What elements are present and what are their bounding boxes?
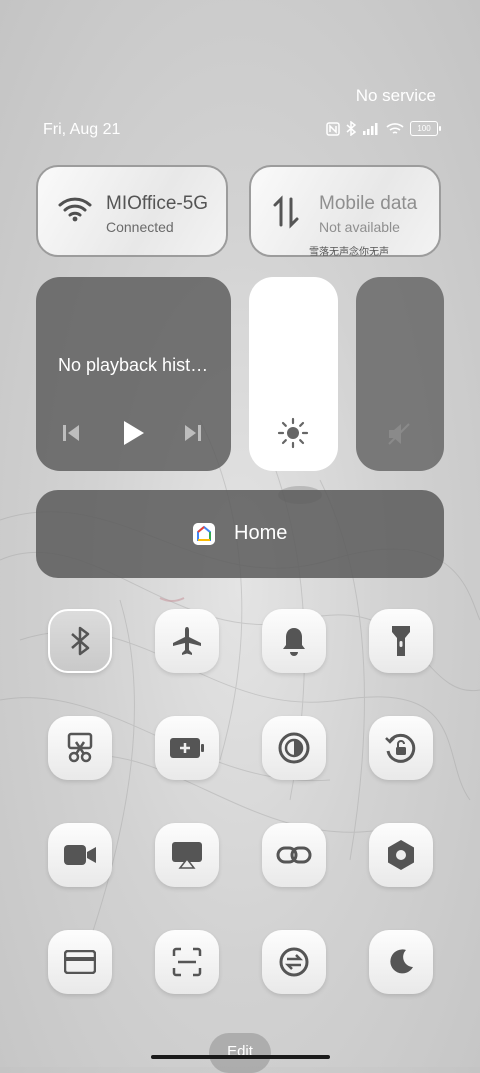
wifi-network-name: MIOffice-5G xyxy=(106,193,209,214)
media-title: No playback hist… xyxy=(58,355,209,375)
bell-icon xyxy=(283,628,305,656)
brightness-slider[interactable] xyxy=(249,277,338,471)
link-icon xyxy=(276,846,312,864)
bluetooth-icon xyxy=(346,121,356,136)
mute-icon xyxy=(388,423,410,445)
scan-icon xyxy=(172,947,202,977)
flashlight-icon xyxy=(392,626,410,656)
airplane-icon xyxy=(173,627,201,655)
home-tile[interactable]: Home xyxy=(36,490,444,578)
home-indicator[interactable] xyxy=(151,1055,330,1059)
nfc-icon xyxy=(326,121,340,136)
data-arrows-icon xyxy=(273,195,299,229)
reading-mode-toggle[interactable] xyxy=(262,716,326,780)
wifi-icon xyxy=(58,197,92,222)
screen-recorder-toggle[interactable] xyxy=(48,823,112,887)
google-home-icon xyxy=(193,523,215,545)
sync-toggle[interactable] xyxy=(262,930,326,994)
rotation-lock-toggle[interactable] xyxy=(369,716,433,780)
battery-saver-toggle[interactable] xyxy=(155,716,219,780)
airplane-mode-toggle[interactable] xyxy=(155,609,219,673)
hexagon-gear-icon xyxy=(388,840,414,870)
bluetooth-toggle[interactable] xyxy=(48,609,112,673)
video-camera-icon xyxy=(64,845,96,865)
sound-toggle[interactable] xyxy=(262,609,326,673)
service-status: No service xyxy=(355,86,436,105)
scissors-icon xyxy=(67,732,93,763)
scanner-toggle[interactable] xyxy=(155,930,219,994)
contrast-icon xyxy=(278,732,310,764)
cast-toggle[interactable] xyxy=(155,823,219,887)
mobile-data-status: Not available xyxy=(319,219,400,235)
sun-icon xyxy=(277,417,309,449)
mobile-data-title: Mobile data xyxy=(319,193,418,214)
previous-track-icon[interactable] xyxy=(62,423,80,443)
cast-icon xyxy=(172,842,202,869)
play-icon[interactable] xyxy=(122,419,146,447)
sync-icon xyxy=(279,947,309,977)
rotate-lock-icon xyxy=(385,733,416,763)
bluetooth-icon xyxy=(71,626,90,656)
home-label: Home xyxy=(234,522,288,544)
status-icons: 100 xyxy=(326,121,441,136)
mobile-data-tile[interactable]: Mobile data Not available 雪落无声念你无声 xyxy=(249,165,441,258)
volume-slider[interactable] xyxy=(356,277,444,471)
tile-caption: 雪落无声念你无声 xyxy=(309,247,389,258)
settings-toggle[interactable] xyxy=(369,823,433,887)
wifi-tile[interactable]: MIOffice-5G Connected xyxy=(36,165,228,257)
next-track-icon[interactable] xyxy=(184,423,202,443)
flashlight-toggle[interactable] xyxy=(369,609,433,673)
media-player: No playback hist… xyxy=(36,277,231,471)
wifi-status: Connected xyxy=(106,219,174,235)
card-toggle[interactable] xyxy=(48,930,112,994)
signal-icon xyxy=(363,122,378,135)
dark-mode-toggle[interactable] xyxy=(369,930,433,994)
wifi-icon xyxy=(386,122,404,134)
battery-plus-icon xyxy=(170,738,204,758)
moon-icon xyxy=(390,949,413,974)
card-icon xyxy=(64,950,96,974)
edit-button[interactable]: Edit xyxy=(209,1033,271,1073)
screenshot-toggle[interactable] xyxy=(48,716,112,780)
battery-icon: 100 xyxy=(410,121,441,136)
date-label: Fri, Aug 21 xyxy=(43,121,121,138)
link-toggle[interactable] xyxy=(262,823,326,887)
